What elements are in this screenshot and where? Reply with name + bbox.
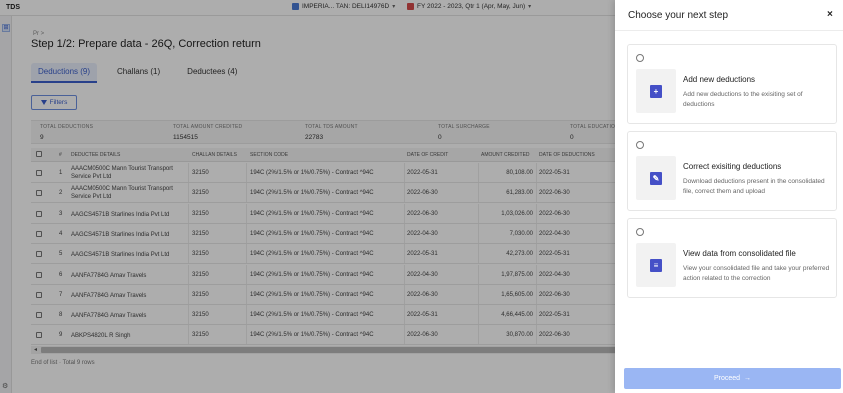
option-title: Add new deductions <box>683 75 756 84</box>
edit-icon: ✎ <box>650 172 662 185</box>
option-description: View your consolidated file and take you… <box>683 265 830 282</box>
arrow-right-icon: → <box>744 375 752 382</box>
panel-title: Choose your next step <box>628 10 729 21</box>
clipboard-icon: ≡ <box>650 259 662 272</box>
option-add-new-deductions[interactable]: + Add new deductions Add new deductions … <box>627 44 837 124</box>
add-document-icon: + <box>650 85 662 98</box>
divider <box>615 30 843 31</box>
option-radio[interactable] <box>636 54 644 62</box>
proceed-label: Proceed <box>713 375 741 382</box>
option-icon-box: ≡ <box>636 243 676 287</box>
option-title: View data from consolidated file <box>683 249 796 258</box>
option-description: Download deductions present in the conso… <box>683 178 825 195</box>
option-radio[interactable] <box>636 141 644 149</box>
proceed-button[interactable]: Proceed → <box>624 368 841 389</box>
option-radio[interactable] <box>636 228 644 236</box>
option-icon-box: + <box>636 69 676 113</box>
modal-backdrop[interactable] <box>0 0 615 393</box>
option-title: Correct exisiting deductions <box>683 162 782 171</box>
next-step-panel: Choose your next step × + Add new deduct… <box>615 0 843 393</box>
option-correct-existing-deductions[interactable]: ✎ Correct exisiting deductions Download … <box>627 131 837 211</box>
option-icon-box: ✎ <box>636 156 676 200</box>
option-view-consolidated-data[interactable]: ≡ View data from consolidated file View … <box>627 218 837 298</box>
option-description: Add new deductions to the exisiting set … <box>683 91 803 108</box>
close-icon[interactable]: × <box>827 9 833 20</box>
